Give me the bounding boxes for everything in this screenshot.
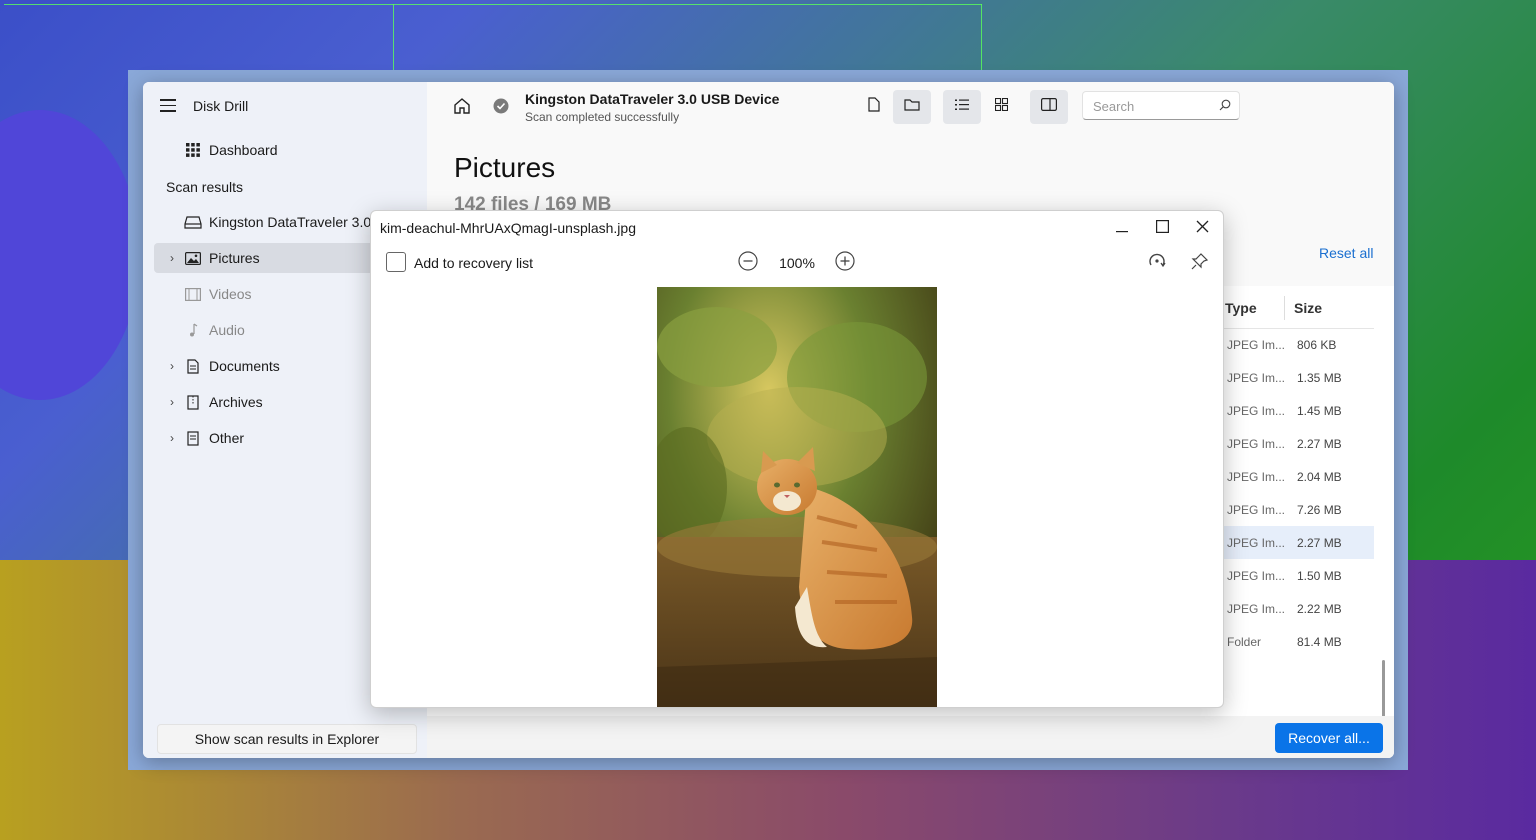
row-size: 7.26 MB (1297, 503, 1342, 517)
list-icon (955, 98, 969, 116)
sidebar-item-dashboard[interactable]: Dashboard (154, 135, 427, 165)
search-input[interactable]: Search (1082, 91, 1240, 120)
row-type: JPEG Im... (1227, 404, 1286, 418)
app-title: Disk Drill (193, 98, 249, 114)
file-icon (868, 97, 880, 117)
row-size: 2.27 MB (1297, 437, 1342, 451)
sidebar-item-label: Videos (209, 286, 252, 302)
preview-filename: kim-deachul-MhrUAxQmagI-unsplash.jpg (380, 220, 636, 236)
list-view-button[interactable] (943, 90, 981, 124)
show-in-explorer-button[interactable]: Show scan results in Explorer (157, 724, 417, 754)
music-note-icon (184, 322, 202, 338)
preview-pane-button[interactable] (1030, 90, 1068, 124)
sidebar-item-label: Kingston DataTraveler 3.0... (209, 214, 383, 230)
search-icon[interactable] (1219, 99, 1231, 114)
grid-view-button[interactable] (982, 90, 1020, 124)
sidebar-item-label: Documents (209, 358, 280, 374)
sidebar-item-label: Archives (209, 394, 263, 410)
grid-icon (184, 142, 202, 158)
sidebar-item-label: Pictures (209, 250, 260, 266)
preview-window: kim-deachul-MhrUAxQmagI-unsplash.jpg Add… (370, 210, 1224, 708)
wallpaper-line (981, 4, 982, 70)
preview-minimize-button[interactable] (1104, 215, 1140, 243)
film-icon (184, 286, 202, 302)
wallpaper-line (393, 4, 394, 70)
page-title: Pictures (454, 152, 556, 183)
bottom-bar: Recover all... (427, 716, 1394, 758)
row-size: 806 KB (1297, 338, 1337, 352)
row-size: 81.4 MB (1297, 635, 1342, 649)
chevron-right-icon[interactable]: › (164, 395, 180, 409)
chevron-right-icon[interactable]: › (164, 431, 180, 445)
zoom-level: 100% (779, 255, 815, 271)
reset-all-link[interactable]: Reset all (1319, 245, 1373, 261)
row-size: 1.35 MB (1297, 371, 1342, 385)
pin-button[interactable] (1189, 252, 1211, 274)
search-placeholder: Search (1093, 99, 1135, 114)
device-name: Kingston DataTraveler 3.0 USB Device (525, 91, 780, 107)
file-view-button[interactable] (855, 90, 893, 124)
sidebar-item-label: Audio (209, 322, 245, 338)
add-to-recovery-label[interactable]: Add to recovery list (414, 255, 533, 271)
device-status: Scan completed successfully (525, 110, 680, 124)
chevron-right-icon[interactable]: › (164, 359, 180, 373)
wallpaper-line (4, 4, 393, 5)
sidebar-item-label: Dashboard (209, 142, 278, 158)
row-type: JPEG Im... (1227, 437, 1286, 451)
preview-maximize-button[interactable] (1144, 215, 1180, 243)
maximize-icon (1155, 220, 1169, 238)
section-label: Scan results (166, 179, 244, 195)
row-type: JPEG Im... (1227, 536, 1286, 550)
menu-icon[interactable] (160, 99, 176, 113)
grid-icon (994, 97, 1008, 116)
folder-icon (904, 98, 920, 116)
home-icon[interactable] (453, 97, 471, 115)
minimize-icon (1116, 220, 1128, 238)
column-header-type[interactable]: Type (1225, 300, 1257, 316)
document-icon (184, 358, 202, 374)
row-size: 2.27 MB (1297, 536, 1342, 550)
archive-icon (184, 394, 202, 410)
folder-view-button[interactable] (893, 90, 931, 124)
wallpaper-circle (0, 110, 140, 400)
row-type: JPEG Im... (1227, 338, 1286, 352)
zoom-in-icon (835, 250, 855, 276)
row-size: 1.50 MB (1297, 569, 1342, 583)
row-type: JPEG Im... (1227, 470, 1286, 484)
wallpaper-line (393, 4, 982, 5)
zoom-out-icon (738, 250, 758, 276)
row-type: JPEG Im... (1227, 569, 1286, 583)
row-size: 2.22 MB (1297, 602, 1342, 616)
add-to-recovery-checkbox[interactable] (386, 252, 406, 272)
sidebar-item-label: Other (209, 430, 245, 446)
row-type: Folder (1227, 635, 1262, 649)
recover-all-button[interactable]: Recover all... (1275, 723, 1383, 753)
rotate-button[interactable] (1146, 252, 1168, 274)
panel-icon (1041, 98, 1058, 116)
row-type: JPEG Im... (1227, 503, 1286, 517)
file-icon (184, 430, 202, 446)
drive-icon (184, 214, 202, 230)
close-icon (1196, 220, 1209, 238)
zoom-in-button[interactable] (834, 250, 856, 276)
row-type: JPEG Im... (1227, 602, 1286, 616)
chevron-right-icon[interactable]: › (164, 251, 180, 265)
pin-icon (1191, 252, 1209, 275)
row-size: 2.04 MB (1297, 470, 1342, 484)
preview-image (657, 287, 937, 707)
preview-close-button[interactable] (1184, 215, 1220, 243)
check-circle-icon (493, 98, 509, 114)
row-size: 1.45 MB (1297, 404, 1342, 418)
image-icon (184, 250, 202, 266)
row-type: JPEG Im... (1227, 371, 1286, 385)
zoom-out-button[interactable] (737, 250, 759, 276)
column-header-size[interactable]: Size (1294, 300, 1322, 316)
rotate-icon (1147, 251, 1167, 276)
column-separator[interactable] (1284, 296, 1285, 320)
